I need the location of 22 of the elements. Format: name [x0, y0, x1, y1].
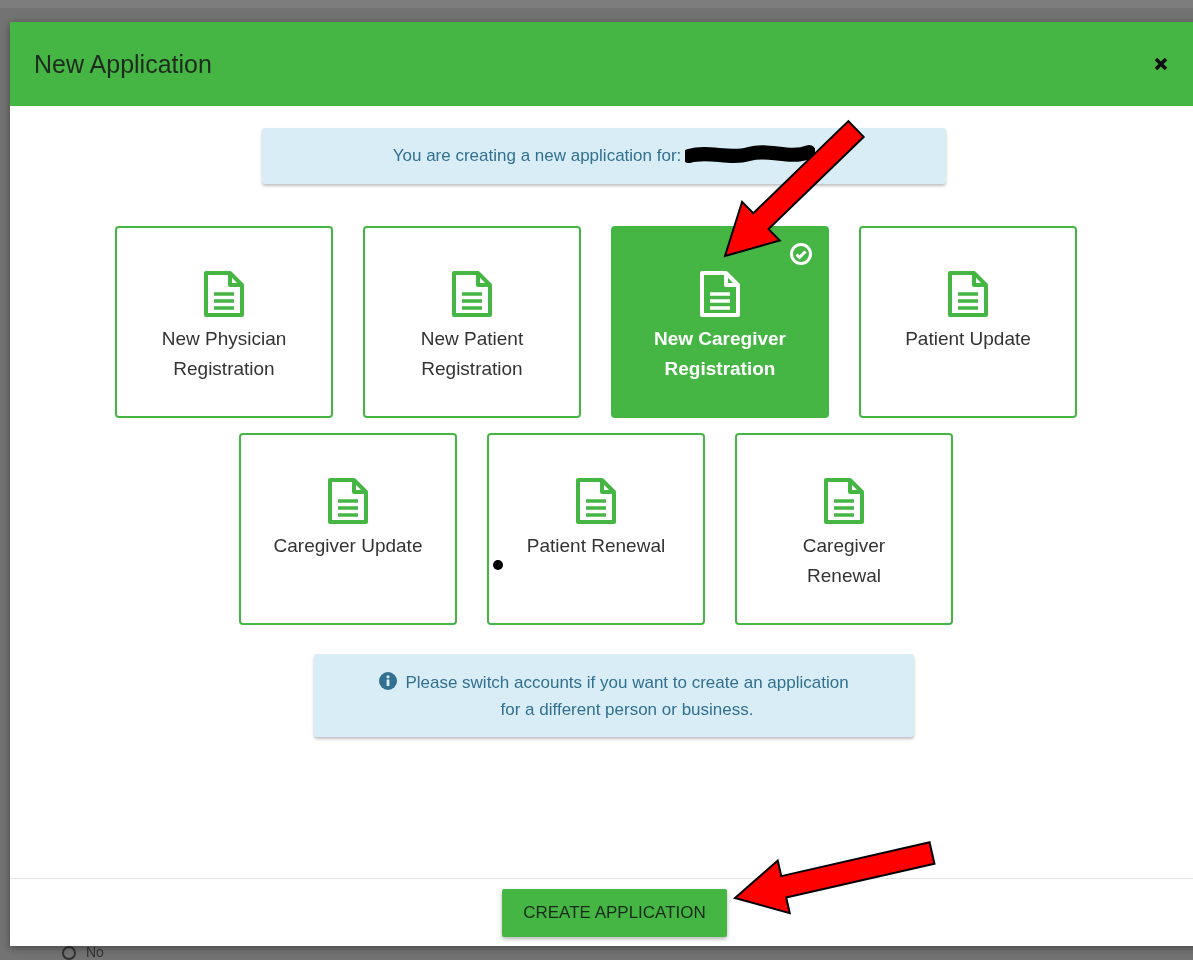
dialog-title: New Application	[34, 49, 212, 79]
document-icon	[699, 270, 741, 318]
document-icon	[203, 270, 245, 318]
notice-text: You are creating a new application for:	[392, 146, 682, 166]
document-icon	[327, 477, 369, 525]
info-icon	[379, 672, 398, 690]
application-type-card[interactable]: New Physician Registration	[115, 226, 333, 418]
check-circle-icon	[789, 242, 813, 266]
document-icon	[947, 270, 989, 318]
close-button[interactable]	[1154, 57, 1168, 71]
application-type-card[interactable]: Caregiver Renewal	[735, 433, 953, 625]
radio-label: No	[86, 945, 104, 960]
create-application-button[interactable]: CREATE APPLICATION	[502, 889, 727, 937]
document-icon	[823, 477, 865, 525]
info-text: Please switch accounts if you want to create an application for a different person or business.	[405, 671, 849, 721]
application-type-card[interactable]: New Patient Registration	[363, 226, 581, 418]
application-type-card[interactable]: Caregiver Update	[239, 433, 457, 625]
application-type-card[interactable]: Patient Renewal	[487, 433, 705, 625]
document-icon	[575, 477, 617, 525]
application-type-card[interactable]: Patient Update	[859, 226, 1077, 418]
dot-mark	[493, 560, 503, 570]
document-icon	[451, 270, 493, 318]
